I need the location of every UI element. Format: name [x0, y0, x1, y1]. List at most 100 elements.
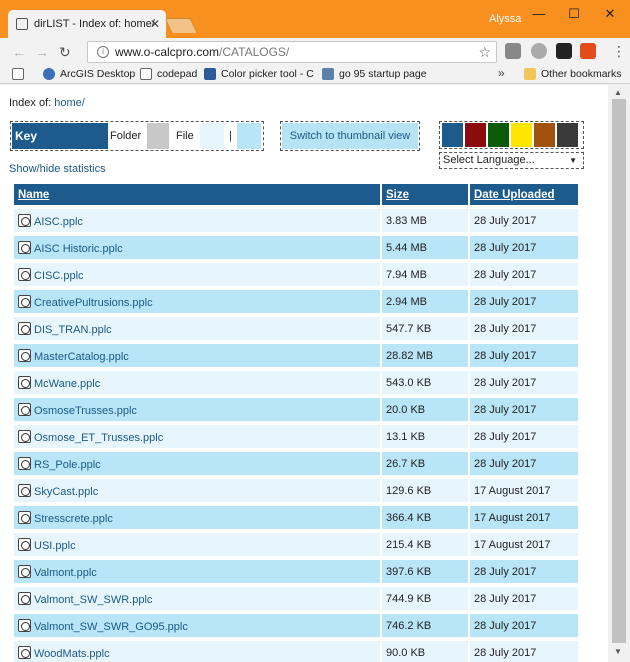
apps-icon[interactable]	[12, 68, 29, 80]
maximize-icon[interactable]: ☐	[562, 4, 586, 26]
file-icon	[18, 402, 31, 416]
file-name-link[interactable]: USI.pplc	[34, 540, 76, 552]
bookmark-color-picker[interactable]: Color picker tool - C	[204, 68, 314, 80]
home-link[interactable]: home/	[54, 97, 85, 109]
scroll-thumb[interactable]	[612, 99, 626, 643]
file-icon	[18, 510, 31, 524]
scroll-up-icon[interactable]: ▲	[614, 88, 622, 97]
file-size-cell: 5.44 MB	[382, 236, 468, 259]
bookmark-go95[interactable]: go 95 startup page	[322, 68, 427, 80]
amazon-extension-icon[interactable]	[556, 43, 572, 59]
table-row[interactable]: CreativePultrusions.pplc 2.94 MB 28 July 2…	[14, 290, 578, 313]
file-name-cell[interactable]: MasterCatalog.pplc	[14, 344, 380, 367]
file-name-cell[interactable]: AISC Historic.pplc	[14, 236, 380, 259]
file-name-link[interactable]: Stresscrete.pplc	[34, 513, 113, 525]
theme-yellow-swatch[interactable]	[511, 123, 532, 147]
file-size-cell: 3.83 MB	[382, 209, 468, 232]
file-size-cell: 7.94 MB	[382, 263, 468, 286]
tab-close-icon[interactable]: ✕	[150, 17, 160, 31]
file-name-cell[interactable]: USI.pplc	[14, 533, 380, 556]
size-column-header[interactable]: Size	[382, 184, 468, 205]
file-name-cell[interactable]: OsmoseTrusses.pplc	[14, 398, 380, 421]
reload-icon[interactable]: ↻	[59, 44, 71, 61]
table-row[interactable]: WoodMats.pplc 90.0 KB 28 July 2017	[14, 641, 578, 662]
file-name-cell[interactable]: WoodMats.pplc	[14, 641, 380, 662]
browser-tab[interactable]: dirLIST - Index of: home/ ✕	[8, 10, 166, 38]
table-row[interactable]: RS_Pole.pplc 26.7 KB 28 July 2017	[14, 452, 578, 475]
file-name-cell[interactable]: Osmose_ET_Trusses.pplc	[14, 425, 380, 448]
profile-name[interactable]: Alyssa	[489, 13, 521, 25]
file-name-link[interactable]: Valmont.pplc	[34, 567, 97, 579]
file-name-link[interactable]: WoodMats.pplc	[34, 648, 110, 660]
file-name-cell[interactable]: Valmont_SW_SWR.pplc	[14, 587, 380, 610]
file-name-cell[interactable]: CreativePultrusions.pplc	[14, 290, 380, 313]
table-row[interactable]: MasterCatalog.pplc 28.82 MB 28 July 2017	[14, 344, 578, 367]
file-name-link[interactable]: OsmoseTrusses.pplc	[34, 405, 137, 417]
bookmark-arcgis[interactable]: ArcGIS Desktop	[43, 68, 135, 80]
browser-menu-icon[interactable]: ⋮	[612, 43, 626, 60]
table-row[interactable]: Valmont_SW_SWR.pplc 744.9 KB 28 July 2017	[14, 587, 578, 610]
table-row[interactable]: SkyCast.pplc 129.6 KB 17 August 2017	[14, 479, 578, 502]
extension-gear-icon[interactable]	[531, 43, 547, 59]
name-column-header[interactable]: Name	[14, 184, 380, 205]
file-name-cell[interactable]: AISC.pplc	[14, 209, 380, 232]
show-hide-statistics-link[interactable]: Show/hide statistics	[9, 163, 106, 175]
table-row[interactable]: DIS_TRAN.pplc 547.7 KB 28 July 2017	[14, 317, 578, 340]
other-bookmarks[interactable]: Other bookmarks	[524, 68, 622, 80]
file-name-link[interactable]: Valmont_SW_SWR.pplc	[34, 594, 152, 606]
file-name-link[interactable]: SkyCast.pplc	[34, 486, 98, 498]
close-window-icon[interactable]: ✕	[598, 4, 622, 26]
back-arrow-icon[interactable]: ←	[12, 44, 26, 60]
theme-green-swatch[interactable]	[488, 123, 509, 147]
scroll-down-icon[interactable]: ▼	[614, 647, 622, 656]
bookmark-codepad[interactable]: codepad	[140, 68, 197, 80]
theme-dark-swatch[interactable]	[557, 123, 578, 147]
table-row[interactable]: AISC Historic.pplc 5.44 MB 28 July 2017	[14, 236, 578, 259]
file-name-link[interactable]: DIS_TRAN.pplc	[34, 324, 112, 336]
table-row[interactable]: Osmose_ET_Trusses.pplc 13.1 KB 28 July 201…	[14, 425, 578, 448]
address-bar[interactable]: i www.o-calcpro.com/CATALOGS/ ☆	[87, 41, 497, 63]
file-name-cell[interactable]: McWane.pplc	[14, 371, 380, 394]
vertical-scrollbar[interactable]: ▲ ▼	[608, 85, 630, 662]
table-row[interactable]: McWane.pplc 543.0 KB 28 July 2017	[14, 371, 578, 394]
bookmark-star-icon[interactable]: ☆	[478, 44, 491, 61]
extension-icon[interactable]	[505, 43, 521, 59]
date-column-header[interactable]: Date Uploaded	[470, 184, 578, 205]
file-name-cell[interactable]: CISC.pplc	[14, 263, 380, 286]
table-row[interactable]: Valmont_SW_SWR_GO95.pplc 746.2 KB 28 July …	[14, 614, 578, 637]
language-select[interactable]: Select Language... ▼	[439, 152, 584, 169]
key-folder-label: Folder	[110, 130, 142, 142]
minimize-icon[interactable]: —	[527, 4, 551, 26]
file-name-link[interactable]: MasterCatalog.pplc	[34, 351, 129, 363]
file-name-cell[interactable]: Valmont.pplc	[14, 560, 380, 583]
file-name-cell[interactable]: Stresscrete.pplc	[14, 506, 380, 529]
file-name-cell[interactable]: DIS_TRAN.pplc	[14, 317, 380, 340]
table-row[interactable]: CISC.pplc 7.94 MB 28 July 2017	[14, 263, 578, 286]
table-row[interactable]: AISC.pplc 3.83 MB 28 July 2017	[14, 209, 578, 232]
file-name-link[interactable]: Valmont_SW_SWR_GO95.pplc	[34, 621, 188, 633]
table-row[interactable]: Valmont.pplc 397.6 KB 28 July 2017	[14, 560, 578, 583]
file-name-link[interactable]: AISC.pplc	[34, 216, 83, 228]
file-name-link[interactable]: CISC.pplc	[34, 270, 84, 282]
file-name-link[interactable]: AISC Historic.pplc	[34, 243, 123, 255]
file-name-link[interactable]: McWane.pplc	[34, 378, 100, 390]
file-name-link[interactable]: RS_Pole.pplc	[34, 459, 101, 471]
theme-red-swatch[interactable]	[465, 123, 486, 147]
file-name-cell[interactable]: Valmont_SW_SWR_GO95.pplc	[14, 614, 380, 637]
more-bookmarks-icon[interactable]: »	[498, 66, 505, 80]
switch-thumbnail-button[interactable]: Switch to thumbnail view	[282, 123, 418, 149]
office-extension-icon[interactable]	[580, 43, 596, 59]
file-name-cell[interactable]: RS_Pole.pplc	[14, 452, 380, 475]
new-tab-button[interactable]	[164, 18, 198, 33]
table-row[interactable]: OsmoseTrusses.pplc 20.0 KB 28 July 2017	[14, 398, 578, 421]
file-icon	[18, 456, 31, 470]
file-name-link[interactable]: CreativePultrusions.pplc	[34, 297, 153, 309]
forward-arrow-icon[interactable]: →	[35, 44, 49, 60]
file-name-link[interactable]: Osmose_ET_Trusses.pplc	[34, 432, 163, 444]
theme-blue-swatch[interactable]	[442, 123, 463, 147]
table-row[interactable]: USI.pplc 215.4 KB 17 August 2017	[14, 533, 578, 556]
site-info-icon[interactable]: i	[97, 46, 109, 58]
theme-brown-swatch[interactable]	[534, 123, 555, 147]
file-name-cell[interactable]: SkyCast.pplc	[14, 479, 380, 502]
table-row[interactable]: Stresscrete.pplc 366.4 KB 17 August 2017	[14, 506, 578, 529]
